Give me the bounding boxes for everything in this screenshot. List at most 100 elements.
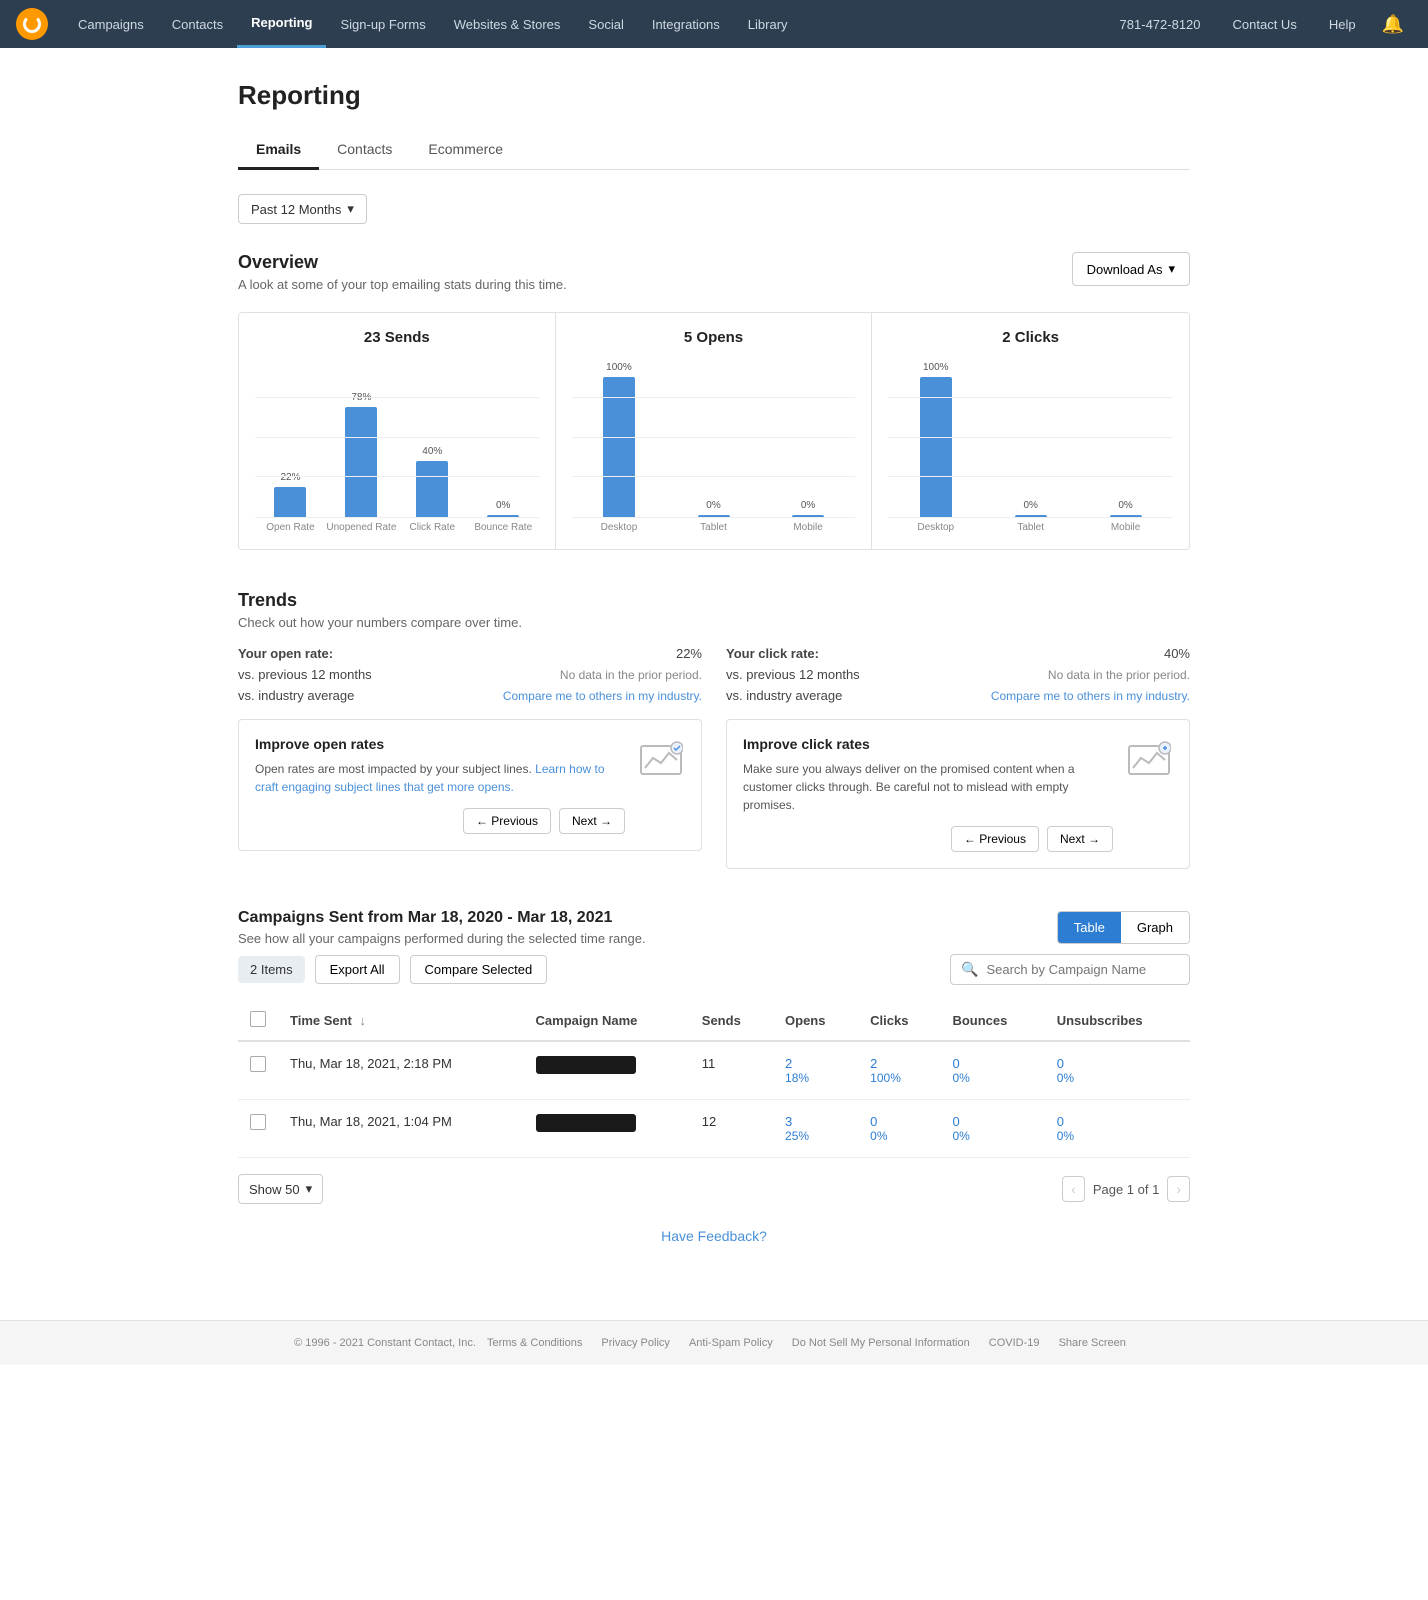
row1-checkbox[interactable] [250,1056,266,1072]
open-rate-tip-title: Improve open rates [255,736,625,752]
row2-campaign-name-bar[interactable] [536,1114,636,1132]
open-rate-column: Your open rate: 22% vs. previous 12 mont… [238,646,702,869]
row2-bounces: 0 0% [940,1100,1044,1158]
row2-sends: 12 [690,1100,773,1158]
show-select[interactable]: Show 50 ▾ [238,1174,323,1204]
table-footer: Show 50 ▾ ‹ Page 1 of 1 › [238,1174,1190,1204]
nav-contacts[interactable]: Contacts [158,0,237,48]
trends-section: Trends Check out how your numbers compar… [238,590,1190,869]
tab-ecommerce[interactable]: Ecommerce [410,131,521,170]
notifications-icon[interactable]: 🔔 [1374,14,1412,35]
col-unsubscribes: Unsubscribes [1045,1001,1190,1041]
open-rate-tip-content: Improve open rates Open rates are most i… [255,736,625,834]
download-as-button[interactable]: Download As ▾ [1072,252,1190,286]
download-chevron-icon: ▾ [1168,261,1175,277]
row1-bounces-main[interactable]: 0 [952,1056,1032,1071]
open-tip-prev-button[interactable]: ← Previous [463,808,551,834]
select-all-checkbox[interactable] [250,1011,266,1027]
click-tip-next-button[interactable]: Next → [1047,826,1113,852]
prev-page-button[interactable]: ‹ [1062,1176,1085,1202]
sends-bar-bounce-rate: 0% [468,500,539,517]
show-select-chevron: ▾ [306,1181,313,1197]
nav-help[interactable]: Help [1315,0,1370,48]
nav-links: Campaigns Contacts Reporting Sign-up For… [64,0,1106,48]
footer-do-not-sell[interactable]: Do Not Sell My Personal Information [792,1337,970,1349]
row2-opens-sub: 25% [785,1129,846,1143]
row1-campaign-name-bar[interactable] [536,1056,636,1074]
page-title: Reporting [238,80,1190,111]
clicks-bar-desktop: 100% [888,362,983,517]
search-wrapper: 🔍 [950,954,1190,985]
nav-social[interactable]: Social [574,0,637,48]
campaigns-table: Time Sent ↓ Campaign Name Sends Opens Cl… [238,1001,1190,1158]
reporting-tabs: Emails Contacts Ecommerce [238,131,1190,170]
sends-chart-title: 23 Sends [255,329,539,346]
sends-chart-area: 22% 78% 40% 0% [255,358,539,518]
row2-clicks: 0 0% [858,1100,940,1158]
table-view-button[interactable]: Table [1058,912,1121,943]
logo[interactable] [16,8,48,40]
row2-unsubs-main[interactable]: 0 [1057,1114,1178,1129]
row1-clicks: 2 100% [858,1041,940,1100]
date-filter[interactable]: Past 12 Months ▾ [238,194,367,224]
tab-contacts[interactable]: Contacts [319,131,410,170]
feedback-link[interactable]: Have Feedback? [661,1228,767,1244]
nav-contact-us[interactable]: Contact Us [1219,0,1311,48]
main-content: Reporting Emails Contacts Ecommerce Past… [214,48,1214,1320]
click-tip-prev-button[interactable]: ← Previous [951,826,1039,852]
select-all-header [238,1001,278,1041]
graph-view-button[interactable]: Graph [1121,912,1189,943]
click-rate-industry-link[interactable]: Compare me to others in my industry. [991,689,1190,703]
open-rate-industry-link[interactable]: Compare me to others in my industry. [503,689,702,703]
download-as-label: Download As [1087,262,1163,277]
row2-clicks-main[interactable]: 0 [870,1114,928,1129]
opens-chart-title: 5 Opens [572,329,856,346]
open-rate-vs-prev: vs. previous 12 months No data in the pr… [238,667,702,682]
tab-emails[interactable]: Emails [238,131,319,170]
show-select-label: Show 50 [249,1182,300,1197]
nav-library[interactable]: Library [734,0,802,48]
compare-selected-button[interactable]: Compare Selected [410,955,548,984]
table-toolbar: 2 Items Export All Compare Selected 🔍 [238,954,1190,985]
footer-antispam[interactable]: Anti-Spam Policy [689,1337,773,1349]
row2-time-sent: Thu, Mar 18, 2021, 1:04 PM [278,1100,524,1158]
footer-terms[interactable]: Terms & Conditions [487,1337,582,1349]
row1-time-sent: Thu, Mar 18, 2021, 2:18 PM [278,1041,524,1100]
row2-campaign-name [524,1100,690,1158]
search-input[interactable] [986,962,1179,977]
footer-privacy[interactable]: Privacy Policy [601,1337,669,1349]
nav-signup-forms[interactable]: Sign-up Forms [326,0,439,48]
row1-clicks-main[interactable]: 2 [870,1056,928,1071]
click-rate-tip-title: Improve click rates [743,736,1113,752]
open-rate-vs-prev-value: No data in the prior period. [560,668,702,682]
clicks-bar-mobile: 0% [1078,500,1173,517]
row1-unsubs-main[interactable]: 0 [1057,1056,1178,1071]
row1-clicks-sub: 100% [870,1071,928,1085]
click-rate-value: 40% [1164,646,1190,661]
next-page-button[interactable]: › [1167,1176,1190,1202]
nav-websites-stores[interactable]: Websites & Stores [440,0,575,48]
click-rate-vs-prev: vs. previous 12 months No data in the pr… [726,667,1190,682]
row2-opens-main[interactable]: 3 [785,1114,846,1129]
opens-chart-area: 100% 0% 0% [572,358,856,518]
row2-checkbox[interactable] [250,1114,266,1130]
campaigns-header-text: Campaigns Sent from Mar 18, 2020 - Mar 1… [238,909,646,946]
row2-unsubs: 0 0% [1045,1100,1190,1158]
row1-unsubs: 0 0% [1045,1041,1190,1100]
col-bounces: Bounces [940,1001,1044,1041]
nav-reporting[interactable]: Reporting [237,0,326,48]
row2-clicks-sub: 0% [870,1129,928,1143]
opens-bar-mobile: 0% [761,500,856,517]
click-rate-vs-prev-label: vs. previous 12 months [726,667,860,682]
open-tip-next-button[interactable]: Next → [559,808,625,834]
pagination: ‹ Page 1 of 1 › [1062,1176,1190,1202]
table-row: Thu, Mar 18, 2021, 1:04 PM 12 3 25% 0 0% [238,1100,1190,1158]
row1-opens-main[interactable]: 2 [785,1056,846,1071]
click-rate-vs-prev-value: No data in the prior period. [1048,668,1190,682]
row2-bounces-main[interactable]: 0 [952,1114,1032,1129]
footer-share-screen[interactable]: Share Screen [1059,1337,1126,1349]
nav-campaigns[interactable]: Campaigns [64,0,158,48]
footer-covid[interactable]: COVID-19 [989,1337,1040,1349]
export-all-button[interactable]: Export All [315,955,400,984]
nav-integrations[interactable]: Integrations [638,0,734,48]
